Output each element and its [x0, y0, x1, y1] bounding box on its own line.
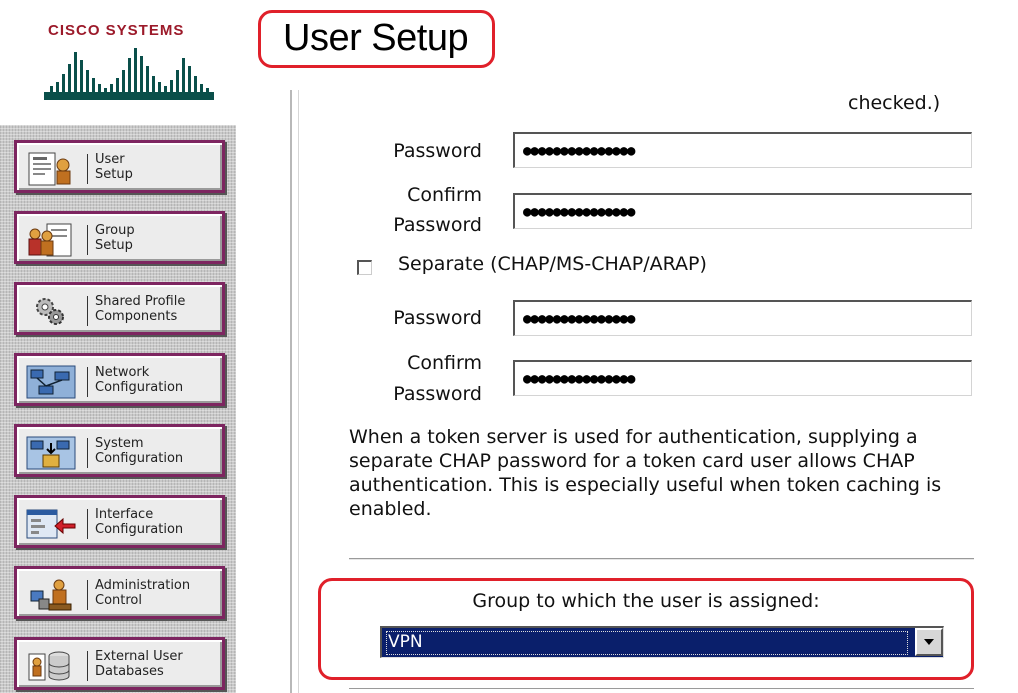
- nav-label-external-user-databases: External User Databases: [95, 648, 183, 679]
- nav-separator: [87, 367, 88, 397]
- page-title: User Setup: [258, 10, 495, 68]
- cisco-logo-bars-icon: [44, 48, 214, 100]
- chap-confirm-password-input[interactable]: ●●●●●●●●●●●●●●●: [513, 360, 972, 396]
- frame-divider: [290, 90, 292, 693]
- nav-system-configuration-button[interactable]: System Configuration: [14, 424, 225, 477]
- separate-chap-label: Separate (CHAP/MS-CHAP/ARAP): [398, 253, 707, 275]
- left-navigation-frame: Cisco Systems: [0, 0, 240, 693]
- confirm-password-input[interactable]: ●●●●●●●●●●●●●●●: [513, 193, 972, 229]
- chevron-down-icon: [924, 639, 934, 645]
- chap-confirm-label-line2: Password: [393, 383, 482, 405]
- separate-chap-checkbox[interactable]: [357, 260, 372, 275]
- nav-separator: [87, 154, 88, 184]
- section-divider-bottom: [349, 688, 974, 689]
- password-label: Password: [393, 140, 482, 162]
- nav-separator: [87, 296, 88, 326]
- chap-confirm-label-line1: Confirm: [407, 352, 482, 374]
- dropdown-arrow-button[interactable]: [915, 628, 943, 656]
- token-server-note: When a token server is used for authenti…: [349, 426, 942, 520]
- nav-label-group-setup: Group Setup: [95, 222, 135, 253]
- shared-profile-components-icon: [36, 298, 64, 325]
- interface-configuration-icon: [26, 509, 76, 539]
- nav-interface-configuration-button[interactable]: Interface Configuration: [14, 495, 225, 548]
- nav-label-shared-profile-components: Shared Profile Components: [95, 293, 186, 324]
- administration-control-icon: [30, 579, 72, 611]
- nav-shared-profile-components-button[interactable]: Shared Profile Components: [14, 282, 225, 335]
- nav-separator: [87, 438, 88, 468]
- nav-administration-control-button[interactable]: Administration Control: [14, 566, 225, 619]
- external-user-databases-icon: [28, 651, 70, 681]
- group-setup-icon: [28, 223, 72, 257]
- chap-password-label: Password: [393, 307, 482, 329]
- checked-note-fragment: checked.): [848, 92, 941, 114]
- password-input[interactable]: ●●●●●●●●●●●●●●●: [513, 132, 972, 168]
- nav-label-interface-configuration: Interface Configuration: [95, 506, 184, 537]
- nav-label-user-setup: User Setup: [95, 151, 133, 182]
- section-divider: [349, 558, 974, 560]
- group-select-value: VPN: [388, 632, 423, 652]
- frame-divider-shadow: [298, 90, 299, 693]
- confirm-label-line1: Confirm: [407, 184, 482, 206]
- nav-user-setup-button[interactable]: User Setup: [14, 140, 225, 193]
- nav-button-panel: User Setup Group Setup Shared Profile Co…: [0, 125, 236, 693]
- nav-separator: [87, 651, 88, 681]
- user-setup-icon: [28, 152, 71, 186]
- network-configuration-icon: [26, 365, 76, 399]
- system-configuration-icon: [26, 436, 76, 470]
- chap-password-input[interactable]: ●●●●●●●●●●●●●●●: [513, 300, 972, 336]
- nav-separator: [87, 225, 88, 255]
- group-select[interactable]: VPN: [380, 626, 944, 658]
- nav-label-network-configuration: Network Configuration: [95, 364, 184, 395]
- group-assignment-label: Group to which the user is assigned:: [472, 590, 820, 612]
- nav-group-setup-button[interactable]: Group Setup: [14, 211, 225, 264]
- select-focus-outline: [386, 631, 908, 655]
- nav-separator: [87, 509, 88, 539]
- nav-separator: [87, 580, 88, 610]
- nav-external-user-databases-button[interactable]: External User Databases: [14, 637, 225, 690]
- nav-label-system-configuration: System Configuration: [95, 435, 184, 466]
- cisco-logo-text: Cisco Systems: [48, 22, 185, 39]
- nav-network-configuration-button[interactable]: Network Configuration: [14, 353, 225, 406]
- confirm-label-line2: Password: [393, 214, 482, 236]
- nav-label-administration-control: Administration Control: [95, 577, 191, 608]
